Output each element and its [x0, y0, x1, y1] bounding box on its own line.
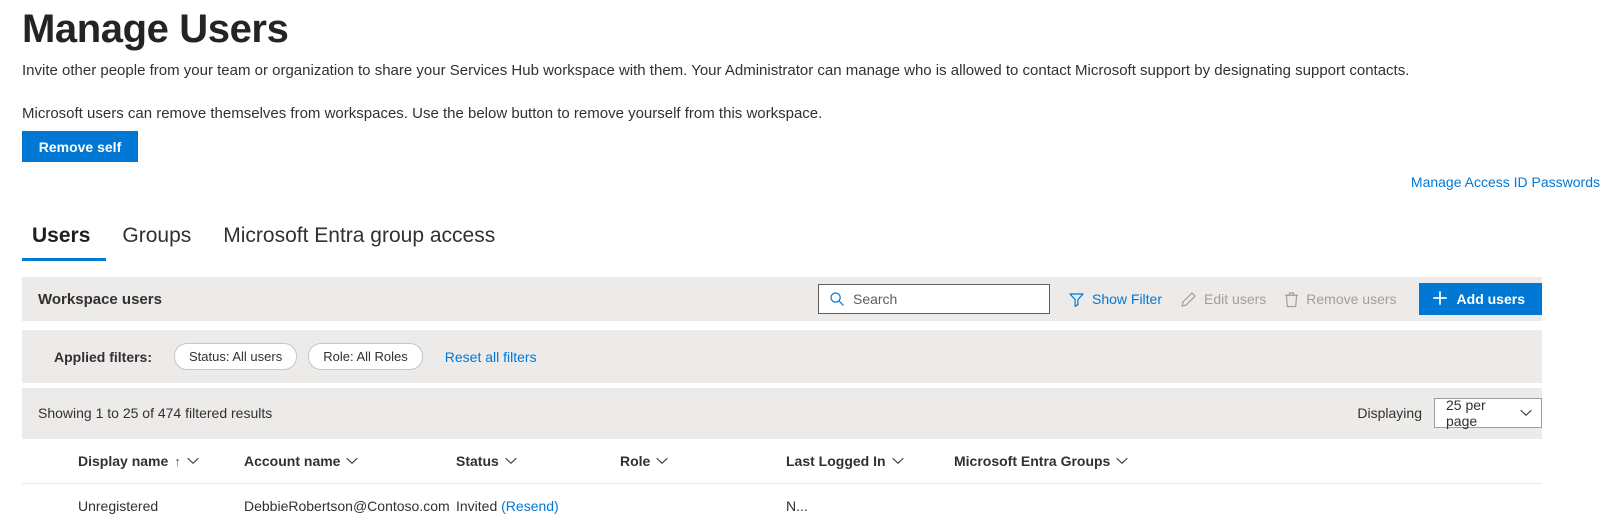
chevron-down-icon [1520, 409, 1532, 417]
page-title: Manage Users [22, 6, 289, 51]
intro-paragraph-2: Microsoft users can remove themselves fr… [22, 105, 823, 122]
command-bar: Workspace users Show [22, 277, 1542, 321]
applied-filters-row: Applied filters: Status: All users Role:… [22, 330, 1542, 383]
column-header-display-name-label: Display name [78, 453, 169, 469]
column-header-microsoft-entra-groups-label: Microsoft Entra Groups [954, 453, 1111, 469]
column-header-account-name[interactable]: Account name [244, 439, 456, 484]
row-select-cell[interactable] [22, 484, 78, 529]
remove-self-button[interactable]: Remove self [22, 131, 138, 162]
per-page-select[interactable]: 25 per page [1434, 397, 1542, 429]
show-filter-label: Show Filter [1091, 291, 1163, 307]
displaying-label: Displaying [1357, 405, 1422, 421]
status-text: Invited [456, 498, 498, 514]
chevron-down-icon[interactable] [505, 457, 517, 465]
cell-microsoft-entra-groups [954, 484, 1542, 529]
table-header-select [22, 439, 78, 484]
column-header-microsoft-entra-groups[interactable]: Microsoft Entra Groups [954, 439, 1542, 484]
table-row[interactable]: Unregistered DebbieRobertson@Contoso.com… [22, 484, 1542, 529]
tab-groups[interactable]: Groups [106, 222, 207, 261]
sort-ascending-icon: ↑ [174, 453, 181, 469]
search-box[interactable] [817, 284, 1050, 314]
per-page-value: 25 per page [1446, 397, 1486, 429]
trash-icon [1284, 291, 1299, 308]
filter-pill-role[interactable]: Role: All Roles [308, 343, 423, 370]
column-header-display-name[interactable]: Display name ↑ [78, 439, 244, 484]
edit-users-label: Edit users [1204, 291, 1267, 307]
column-header-role-label: Role [620, 453, 651, 469]
plus-icon [1432, 290, 1448, 309]
manage-users-page: Manage Users Invite other people from yo… [0, 0, 1622, 529]
search-icon [829, 291, 845, 307]
add-users-label: Add users [1456, 291, 1525, 307]
column-header-status[interactable]: Status [456, 439, 620, 484]
tab-users[interactable]: Users [22, 222, 107, 261]
chevron-down-icon[interactable] [187, 457, 199, 465]
cell-account-name: DebbieRobertson@Contoso.com [244, 498, 450, 514]
column-header-account-name-label: Account name [244, 453, 341, 469]
add-users-button[interactable]: Add users [1418, 283, 1542, 315]
column-header-last-logged-in-label: Last Logged In [786, 453, 886, 469]
tab-list: Users Groups Microsoft Entra group acces… [22, 222, 511, 261]
column-header-status-label: Status [456, 453, 499, 469]
column-header-role[interactable]: Role [620, 439, 786, 484]
remove-users-button[interactable]: Remove users [1284, 291, 1397, 308]
resend-invite-link[interactable]: (Resend) [501, 498, 559, 514]
remove-users-label: Remove users [1306, 291, 1397, 307]
column-header-last-logged-in[interactable]: Last Logged In [786, 439, 954, 484]
cell-last-logged-in: N... [786, 498, 808, 514]
filter-pill-status[interactable]: Status: All users [174, 343, 298, 370]
intro-paragraph-1: Invite other people from your team or or… [22, 62, 1410, 79]
workspace-users-heading: Workspace users [38, 290, 162, 308]
pencil-icon [1180, 291, 1197, 308]
reset-all-filters-link[interactable]: Reset all filters [445, 349, 537, 365]
chevron-down-icon[interactable] [1116, 457, 1128, 465]
table-header-row: Display name ↑ Account name Status Role … [22, 439, 1542, 484]
search-input[interactable] [852, 285, 1033, 313]
manage-access-id-passwords-link[interactable]: Manage Access ID Passwords [1411, 174, 1600, 190]
cell-display-name: Unregistered [78, 498, 159, 514]
chevron-down-icon[interactable] [346, 457, 359, 465]
results-summary-row: Showing 1 to 25 of 474 filtered results … [22, 388, 1542, 438]
cell-role [620, 484, 786, 529]
tab-microsoft-entra-group-access[interactable]: Microsoft Entra group access [207, 222, 511, 261]
users-table: Display name ↑ Account name Status Role … [22, 438, 1542, 528]
chevron-down-icon[interactable] [656, 457, 668, 465]
command-bar-actions: Show Filter Edit users [817, 277, 1542, 321]
showing-results-text: Showing 1 to 25 of 474 filtered results [38, 405, 273, 421]
chevron-down-icon[interactable] [892, 457, 904, 465]
show-filter-button[interactable]: Show Filter [1068, 291, 1162, 308]
displaying-control: Displaying 25 per page [1357, 397, 1542, 429]
filter-icon [1068, 291, 1085, 308]
applied-filters-label: Applied filters: [54, 348, 153, 365]
cell-status: Invited (Resend) [456, 484, 620, 529]
edit-users-button[interactable]: Edit users [1180, 291, 1266, 308]
